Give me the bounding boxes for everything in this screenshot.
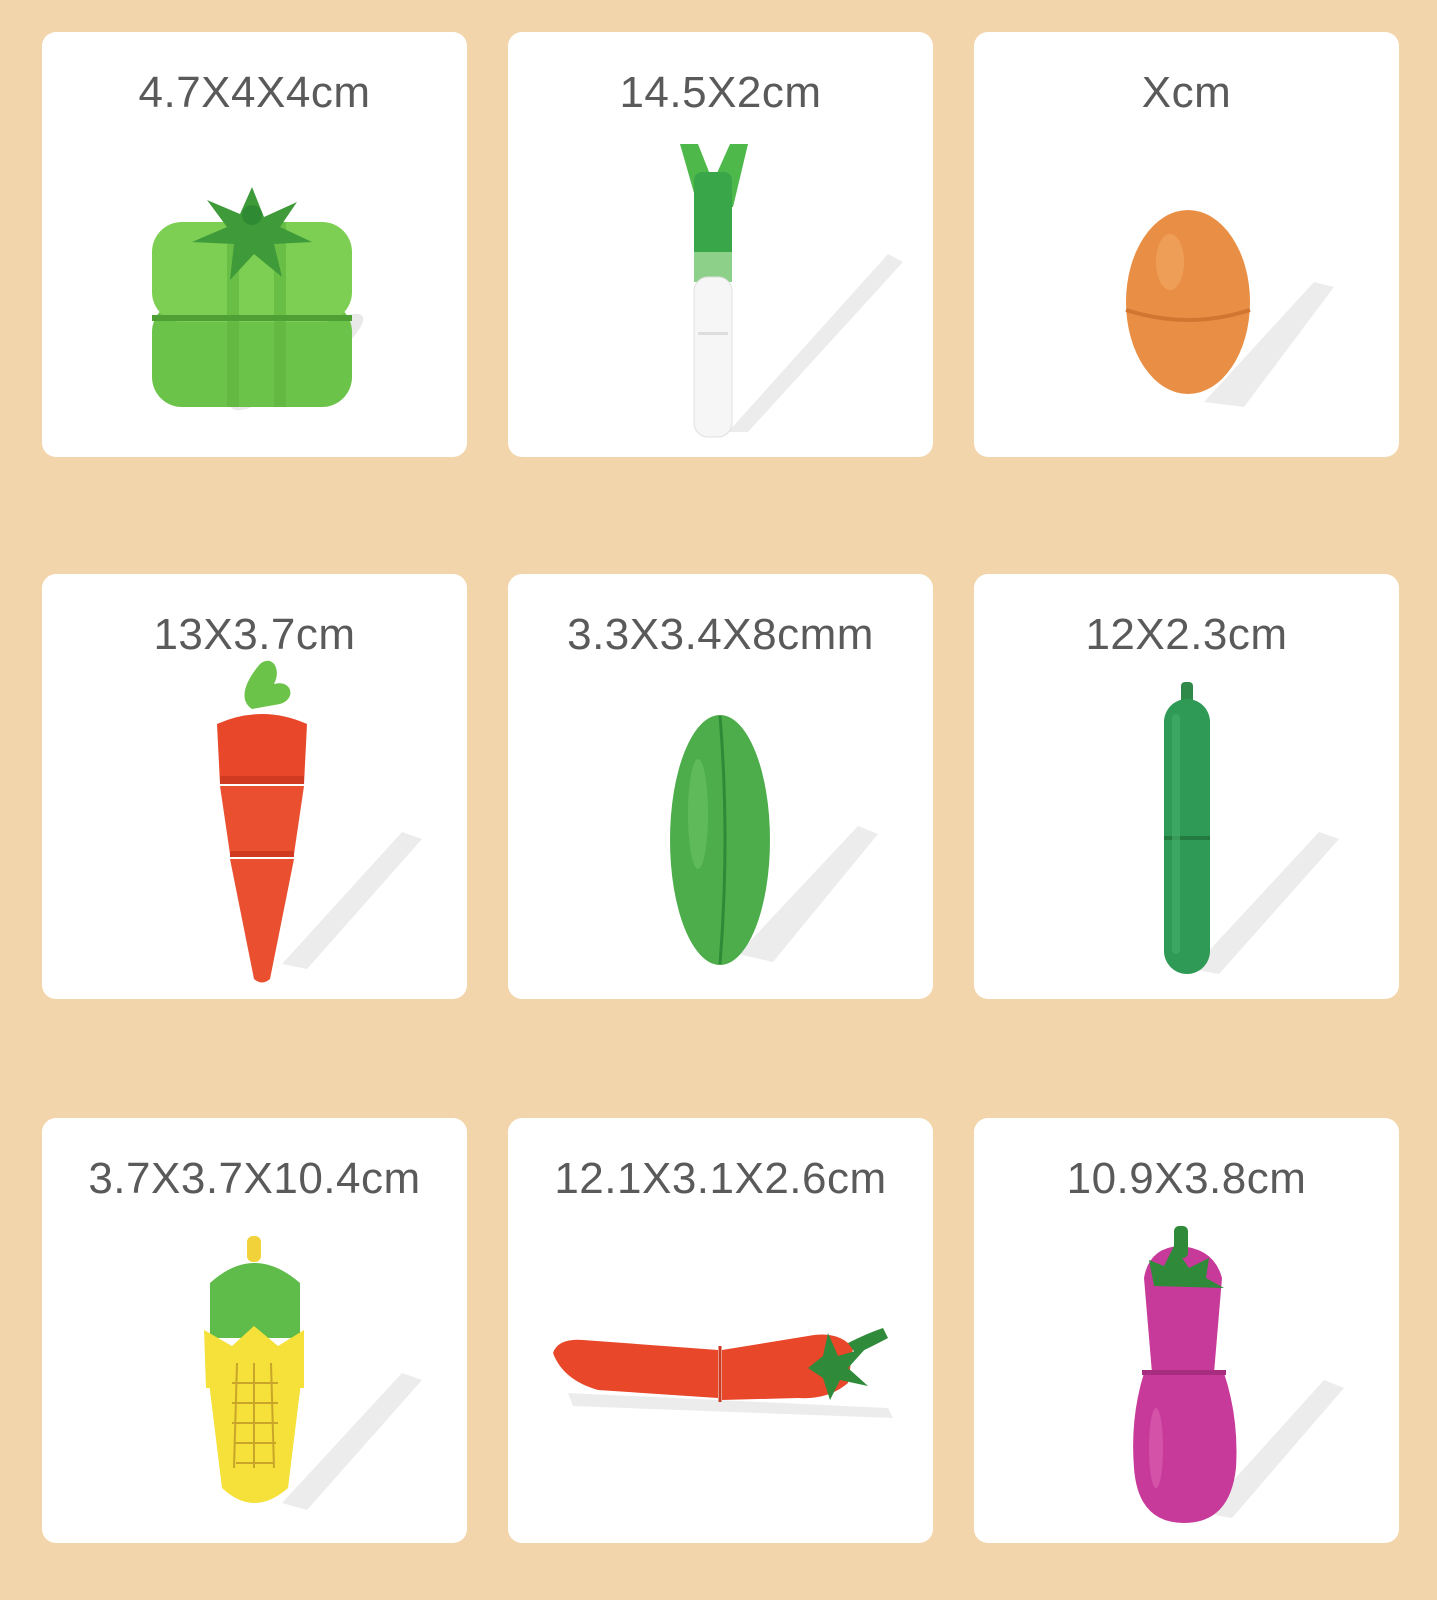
corn-icon: [204, 1236, 422, 1510]
item-card-egg: Xcm: [974, 32, 1399, 457]
item-card-carrot: 13X3.7cm: [42, 574, 467, 999]
item-card-corn: 3.7X3.7X10.4cm: [42, 1118, 467, 1543]
item-card-green-pepper: 4.7X4X4cm: [42, 32, 467, 457]
chili-pepper-icon: [553, 1328, 893, 1418]
egg-icon: [1125, 210, 1334, 407]
pea-pod-icon: [670, 715, 878, 965]
eggplant-icon: [1133, 1226, 1344, 1523]
item-card-green-onion: 14.5X2cm: [508, 32, 933, 457]
green-pepper-icon: [152, 187, 364, 411]
item-card-cucumber: 12X2.3cm: [974, 574, 1399, 999]
item-card-pea-pod: 3.3X3.4X8cmm: [508, 574, 933, 999]
item-card-chili-pepper: 12.1X3.1X2.6cm: [508, 1118, 933, 1543]
cucumber-icon: [1164, 682, 1339, 974]
green-onion-icon: [680, 144, 903, 438]
carrot-icon: [217, 660, 422, 983]
item-card-eggplant: 10.9X3.8cm: [974, 1118, 1399, 1543]
